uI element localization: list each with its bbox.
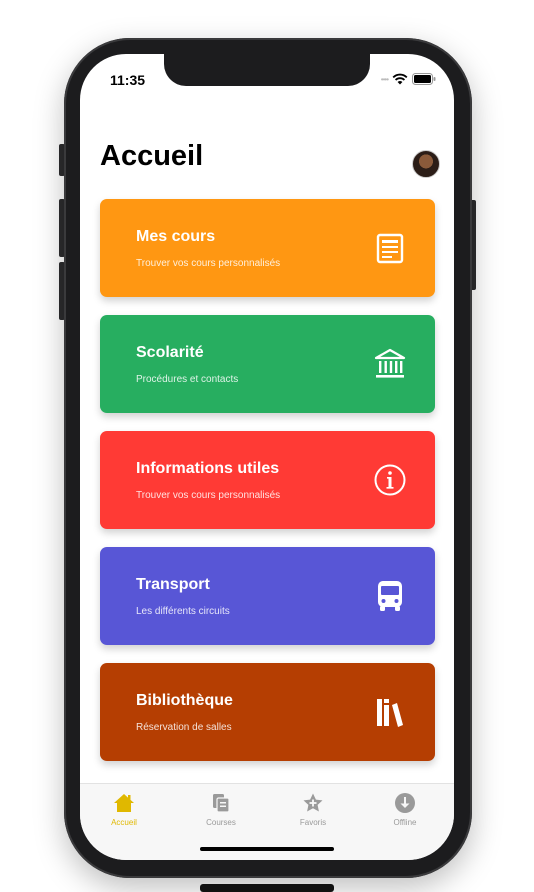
download-icon	[394, 792, 416, 814]
status-icons: ••••	[381, 73, 436, 85]
card-title: Informations utiles	[136, 460, 280, 477]
phone-stand	[200, 884, 334, 892]
tab-courses[interactable]: Courses	[189, 792, 253, 827]
wifi-icon	[392, 73, 408, 85]
card-title: Transport	[136, 576, 210, 593]
courses-icon	[210, 792, 232, 814]
library-icon	[373, 695, 407, 729]
avatar[interactable]	[412, 150, 440, 178]
card-subtitle: Procédures et contacts	[136, 374, 239, 385]
card-bibliotheque[interactable]: Bibliothèque Réservation de salles	[100, 663, 435, 761]
card-transport[interactable]: Transport Les différents circuits	[100, 547, 435, 645]
tab-label: Courses	[206, 818, 236, 827]
card-subtitle: Réservation de salles	[136, 722, 232, 733]
card-title: Scolarité	[136, 344, 204, 361]
card-scolarite[interactable]: Scolarité Procédures et contacts	[100, 315, 435, 413]
signal-icon: ••••	[380, 74, 389, 84]
battery-icon	[412, 73, 436, 85]
tab-accueil[interactable]: Accueil	[92, 792, 156, 827]
card-subtitle: Trouver vos cours personnalisés	[136, 258, 281, 269]
book-icon	[373, 231, 407, 265]
card-informations-utiles[interactable]: Informations utiles Trouver vos cours pe…	[100, 431, 435, 529]
page-title: Accueil	[100, 140, 204, 172]
screen: 11:35 •••• Accueil Mes cours Trouver vos…	[80, 54, 454, 860]
tab-label: Accueil	[111, 818, 137, 827]
bus-icon	[373, 579, 407, 613]
card-subtitle: Trouver vos cours personnalisés	[136, 490, 281, 501]
tab-bar: Accueil Courses Favoris Offline	[80, 783, 454, 860]
tab-label: Offline	[393, 818, 417, 827]
card-subtitle: Les différents circuits	[136, 606, 230, 617]
bank-icon	[373, 347, 407, 381]
status-time: 11:35	[110, 72, 146, 88]
home-indicator[interactable]	[200, 847, 334, 851]
info-icon	[373, 463, 407, 497]
home-icon	[113, 792, 135, 814]
tab-favoris[interactable]: Favoris	[281, 792, 345, 827]
tab-offline[interactable]: Offline	[373, 792, 437, 827]
notch	[164, 54, 370, 86]
card-mes-cours[interactable]: Mes cours Trouver vos cours personnalisé…	[100, 199, 435, 297]
card-title: Bibliothèque	[136, 692, 233, 709]
star-icon	[302, 792, 324, 814]
tab-label: Favoris	[299, 818, 327, 827]
card-list: Mes cours Trouver vos cours personnalisé…	[100, 199, 435, 779]
card-title: Mes cours	[136, 228, 216, 245]
